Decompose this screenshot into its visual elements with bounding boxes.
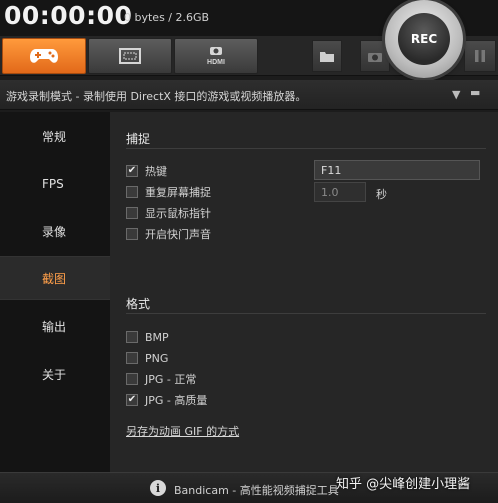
- sidebar-item-label: FPS: [42, 177, 64, 191]
- svg-text:HDMI: HDMI: [207, 59, 225, 66]
- mode-description-bar: 游戏录制模式 - 录制使用 DirectX 接口的游戏或视频播放器。 ▼ ▬: [0, 80, 498, 110]
- recording-timer: 00:00:00: [4, 1, 133, 30]
- screen-rectangle-icon: [119, 48, 141, 64]
- format-checkbox[interactable]: [126, 352, 138, 364]
- tab-game-recording[interactable]: [2, 38, 86, 74]
- section-divider: [126, 148, 486, 149]
- shutter-sound-checkbox[interactable]: [126, 228, 138, 240]
- repeat-interval-unit: 秒: [376, 188, 387, 201]
- sidebar-item-label: 截图: [42, 271, 67, 286]
- format-option-label: PNG: [145, 351, 169, 365]
- mode-description: 游戏录制模式 - 录制使用 DirectX 接口的游戏或视频播放器。: [6, 90, 307, 103]
- format-option-jpg-high[interactable]: ✔ JPG - 高质量: [126, 391, 207, 409]
- hotkey-checkbox-row[interactable]: ✔ 热键: [126, 162, 167, 180]
- format-option-bmp[interactable]: BMP: [126, 328, 169, 346]
- show-cursor-label: 显示鼠标指针: [145, 207, 211, 220]
- sidebar-item-fps[interactable]: FPS: [0, 162, 110, 206]
- sidebar-item-label: 录像: [42, 224, 67, 239]
- folder-icon: [320, 51, 334, 62]
- sidebar-item-about[interactable]: 关于: [0, 352, 110, 396]
- format-option-label: BMP: [145, 330, 169, 344]
- repeat-capture-label: 重复屏幕捕捉: [145, 186, 211, 199]
- shutter-sound-label: 开启快门声音: [145, 228, 211, 241]
- sidebar-item-general[interactable]: 常规: [0, 114, 110, 158]
- repeat-interval-field[interactable]: 1.0: [314, 182, 366, 202]
- repeat-capture-checkbox-row[interactable]: 重复屏幕捕捉: [126, 183, 211, 201]
- minimize-icon[interactable]: ▬: [470, 86, 480, 99]
- camera-icon: [368, 52, 382, 62]
- format-option-jpg-normal[interactable]: JPG - 正常: [126, 370, 196, 388]
- format-option-label: JPG - 正常: [145, 373, 197, 386]
- hdmi-device-icon: HDMI: [207, 47, 225, 66]
- record-button-label: REC: [398, 13, 450, 65]
- footer-app-description: Bandicam - 高性能视频捕捉工具: [174, 484, 339, 497]
- tab-device-recording[interactable]: HDMI: [174, 38, 258, 74]
- file-size-readout: 0 bytes / 2.6GB: [124, 11, 210, 24]
- format-section-title: 格式: [126, 297, 151, 311]
- hotkey-field[interactable]: F11: [314, 160, 480, 180]
- save-as-gif-link[interactable]: 另存为动画 GIF 的方式: [126, 423, 239, 439]
- show-cursor-checkbox-row[interactable]: 显示鼠标指针: [126, 204, 211, 222]
- sidebar-item-output[interactable]: 输出: [0, 304, 110, 348]
- settings-sidebar: 常规 FPS 录像 截图 输出 关于: [0, 112, 110, 472]
- sidebar-item-label: 输出: [42, 319, 67, 334]
- zhihu-watermark: 知乎 @尖峰创建小理酱: [336, 477, 471, 492]
- record-button[interactable]: REC: [385, 0, 463, 78]
- format-checkbox[interactable]: [126, 373, 138, 385]
- format-checkbox[interactable]: ✔: [126, 394, 138, 406]
- info-icon[interactable]: i: [150, 480, 166, 496]
- format-option-label: JPG - 高质量: [145, 394, 208, 407]
- hotkey-label: 热键: [145, 165, 167, 178]
- dropdown-arrow-icon[interactable]: ▼: [452, 88, 460, 101]
- gamepad-icon: [30, 49, 58, 63]
- show-cursor-checkbox[interactable]: [126, 207, 138, 219]
- section-divider: [126, 313, 486, 314]
- tab-screen-recording[interactable]: [88, 38, 172, 74]
- shutter-sound-checkbox-row[interactable]: 开启快门声音: [126, 225, 211, 243]
- format-option-png[interactable]: PNG: [126, 349, 168, 367]
- pause-button[interactable]: [464, 40, 496, 72]
- open-folder-button[interactable]: [312, 40, 342, 72]
- hotkey-checkbox[interactable]: ✔: [126, 165, 138, 177]
- screenshot-settings-panel: 捕捉 ✔ 热键 F11 重复屏幕捕捉 1.0 秒 显示鼠标指针 开启快门声音 格…: [110, 112, 498, 472]
- sidebar-item-screenshot[interactable]: 截图: [0, 256, 110, 300]
- sidebar-item-video[interactable]: 录像: [0, 209, 110, 253]
- repeat-capture-checkbox[interactable]: [126, 186, 138, 198]
- sidebar-item-label: 常规: [42, 129, 67, 144]
- pause-icon: [475, 50, 485, 62]
- capture-section-title: 捕捉: [126, 132, 151, 146]
- sidebar-item-label: 关于: [42, 367, 67, 382]
- format-checkbox[interactable]: [126, 331, 138, 343]
